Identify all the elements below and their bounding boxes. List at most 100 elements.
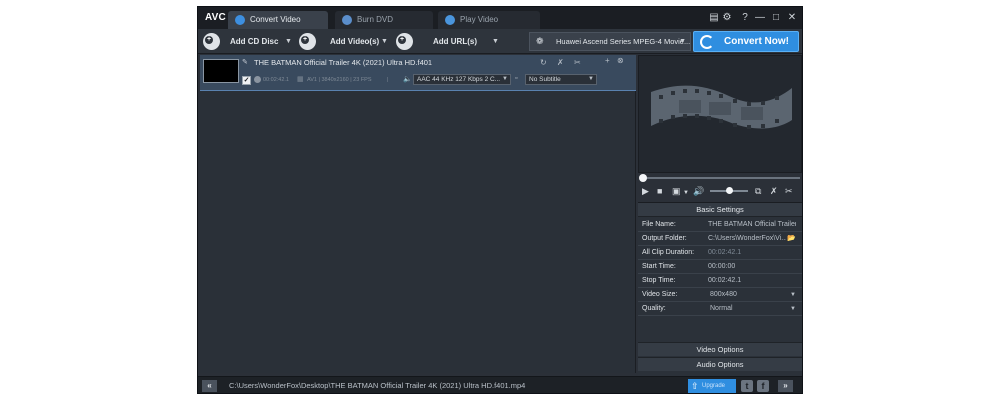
setting-value: Normal: [710, 305, 733, 312]
clip-scissors-icon[interactable]: ✂: [574, 58, 581, 67]
setting-value: C:\Users\WonderFox\Vi...: [708, 235, 786, 242]
refresh-icon: [700, 35, 714, 49]
setting-start-time[interactable]: Start Time: 00:00:00: [638, 260, 802, 274]
app-logo: AVC: [205, 12, 226, 23]
tab-label: Burn DVD: [357, 15, 394, 24]
minimize-icon[interactable]: —: [753, 11, 767, 25]
output-profile-select[interactable]: ❁ Huawei Ascend Series MPEG-4 Movie... ▼: [529, 32, 691, 51]
convert-now-button[interactable]: Convert Now!: [693, 31, 799, 52]
add-videos-button[interactable]: Add Video(s) ▼: [299, 32, 391, 51]
compare-icon[interactable]: ⧉: [755, 186, 761, 196]
chevron-down-icon: ▼: [588, 76, 594, 82]
setting-label: All Clip Duration:: [642, 249, 695, 256]
chevron-down-icon[interactable]: ▼: [492, 32, 499, 51]
convert-icon: [235, 15, 245, 25]
crop-icon[interactable]: ✗: [557, 58, 564, 67]
play-icon: [445, 15, 455, 25]
chevron-down-icon: ▼: [502, 76, 508, 82]
video-thumbnail[interactable]: [203, 59, 239, 83]
folder-icon[interactable]: 📂: [787, 232, 796, 246]
rename-pencil-icon[interactable]: ✎: [242, 58, 248, 66]
settings-header: Basic Settings: [638, 203, 802, 217]
clock-icon: [254, 76, 261, 83]
chevron-down-icon[interactable]: ▼: [683, 188, 689, 198]
facebook-icon[interactable]: f: [757, 380, 769, 392]
add-urls-label: Add URL(s): [433, 37, 477, 46]
cd-add-icon: [203, 33, 220, 50]
seek-bar[interactable]: [638, 173, 802, 183]
setting-label: File Name:: [642, 221, 676, 228]
crop-icon[interactable]: ✗: [770, 186, 778, 196]
stop-icon[interactable]: ■: [657, 186, 662, 196]
audio-track-select[interactable]: AAC 44 KHz 127 Kbps 2 C... ▼: [413, 74, 511, 85]
chevron-down-icon: ▼: [790, 306, 796, 312]
setting-file-name[interactable]: File Name: THE BATMAN Official Trailer..…: [638, 218, 802, 232]
close-icon[interactable]: ✕: [785, 11, 799, 25]
expand-right-button[interactable]: »: [778, 380, 793, 392]
setting-value: THE BATMAN Official Trailer...: [708, 221, 796, 228]
setting-label: Quality:: [642, 305, 666, 312]
chevron-down-icon: ▼: [679, 38, 686, 45]
tab-play-video[interactable]: Play Video: [438, 11, 540, 29]
upgrade-label: Upgrade: [702, 383, 726, 389]
file-name: THE BATMAN Official Trailer 4K (2021) Ul…: [254, 58, 433, 67]
video-options-button[interactable]: Video Options: [638, 342, 802, 356]
setting-quality[interactable]: Quality: Normal ▼: [638, 302, 802, 316]
toolbar: Add CD Disc ▼ Add Video(s) ▼ Add URL(s) …: [198, 29, 802, 54]
help-icon[interactable]: ?: [738, 11, 752, 25]
twitter-icon[interactable]: t: [741, 380, 753, 392]
duration-text: 00:02:42.1: [263, 77, 289, 83]
profile-label: Huawei Ascend Series MPEG-4 Movie...: [556, 37, 691, 46]
video-preview: [638, 55, 802, 173]
add-urls-button[interactable]: Add URL(s) ▼: [396, 32, 500, 51]
clip-scissors-icon[interactable]: ✂: [785, 186, 793, 196]
chevron-down-icon[interactable]: ▼: [285, 32, 292, 51]
setting-label: Stop Time:: [642, 277, 676, 284]
tab-label: Play Video: [460, 15, 499, 24]
setting-value: 00:02:42.1: [708, 277, 742, 284]
setting-value: 800x480: [710, 291, 737, 298]
file-checkbox[interactable]: ✓: [242, 76, 251, 85]
file-row[interactable]: ✎ THE BATMAN Official Trailer 4K (2021) …: [200, 55, 636, 91]
title-bar: AVC Convert Video Burn DVD Play Video ▤ …: [198, 7, 802, 29]
collapse-left-button[interactable]: «: [202, 380, 217, 392]
file-list: ✎ THE BATMAN Official Trailer 4K (2021) …: [200, 55, 636, 373]
separator-text: |: [387, 77, 389, 83]
audio-track-value: AAC 44 KHz 127 Kbps 2 C...: [417, 76, 501, 83]
convert-label: Convert Now!: [724, 36, 789, 47]
snapshot-icon[interactable]: ▣: [672, 186, 681, 196]
subtitle-icon: ▫: [515, 75, 518, 82]
setting-value: 00:00:00: [708, 263, 736, 270]
remove-file-icon[interactable]: ⊗: [617, 56, 624, 65]
setting-output-folder[interactable]: Output Folder: C:\Users\WonderFox\Vi... …: [638, 232, 802, 246]
seek-track: [642, 177, 800, 179]
setting-label: Start Time:: [642, 263, 676, 270]
setting-value: 00:02:42.1: [708, 249, 742, 256]
volume-icon[interactable]: 🔊: [693, 186, 704, 196]
upgrade-button[interactable]: ⇧ Upgrade: [688, 379, 736, 393]
play-icon[interactable]: ▶: [642, 186, 649, 196]
audio-options-button[interactable]: Audio Options: [638, 357, 802, 371]
output-path: C:\Users\WonderFox\Desktop\THE BATMAN Of…: [229, 381, 526, 390]
add-segment-icon[interactable]: +: [605, 56, 610, 65]
seek-handle[interactable]: [639, 174, 647, 182]
tab-burn-dvd[interactable]: Burn DVD: [335, 11, 433, 29]
add-cd-label: Add CD Disc: [230, 37, 279, 46]
volume-handle[interactable]: [726, 187, 733, 194]
add-cd-button[interactable]: Add CD Disc ▼: [203, 32, 295, 51]
tab-convert-video[interactable]: Convert Video: [228, 11, 328, 29]
subtitle-select[interactable]: No Subtitle ▼: [525, 74, 597, 85]
chevron-down-icon[interactable]: ▼: [381, 32, 388, 51]
tab-label: Convert Video: [250, 15, 301, 24]
register-icon[interactable]: ▤: [707, 11, 721, 25]
film-icon: ▦: [297, 76, 304, 83]
setting-label: Output Folder:: [642, 235, 687, 242]
setting-label: Video Size:: [642, 291, 678, 298]
setting-video-size[interactable]: Video Size: 800x480 ▼: [638, 288, 802, 302]
rotate-icon[interactable]: ↻: [540, 58, 547, 67]
setting-stop-time[interactable]: Stop Time: 00:02:42.1: [638, 274, 802, 288]
maximize-icon[interactable]: □: [769, 11, 783, 25]
gear-icon[interactable]: ⚙: [720, 11, 734, 25]
upgrade-arrow-icon: ⇧: [691, 381, 699, 391]
video-info-text: AV1 | 3840x2160 | 23 FPS: [307, 77, 372, 83]
